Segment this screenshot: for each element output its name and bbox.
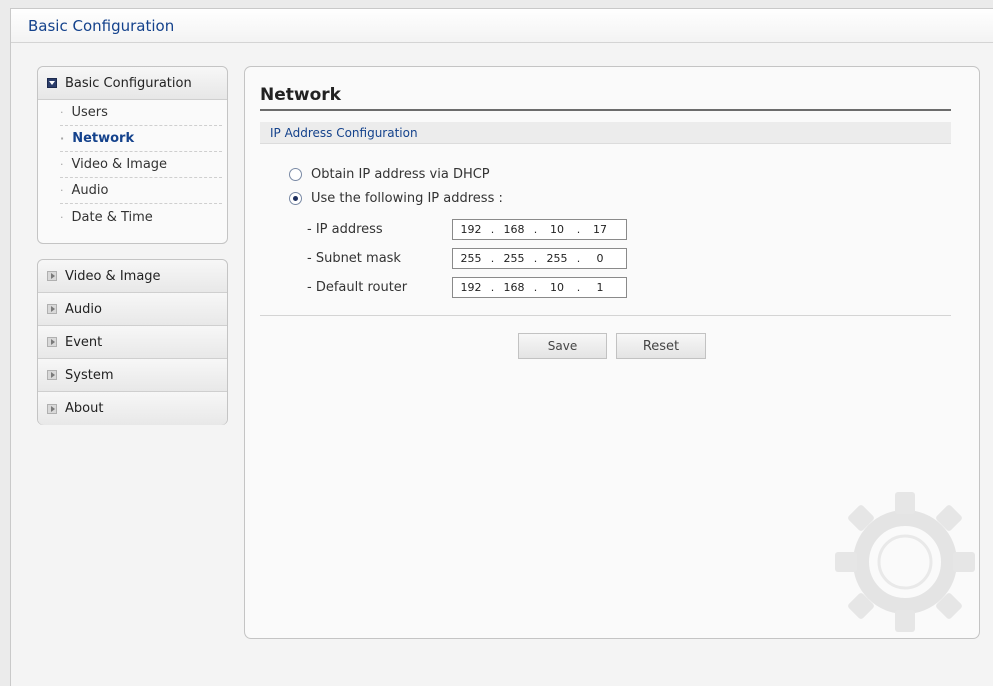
- octet[interactable]: 168: [496, 223, 532, 236]
- sidebar-collapsed-sections: Video & Image Audio Event System About: [37, 259, 228, 425]
- octet[interactable]: 1: [582, 281, 618, 294]
- app-frame: Basic Configuration Basic Configuration …: [10, 8, 993, 686]
- reset-button[interactable]: Reset: [616, 333, 706, 359]
- sidebar-item-date-time[interactable]: · Date & Time: [60, 204, 222, 230]
- sidebar-section-label: About: [65, 401, 104, 416]
- sidebar-section-about[interactable]: About: [38, 392, 227, 425]
- sidebar-section-label: Audio: [65, 301, 102, 317]
- ip-address-row: - IP address 192 . 168 . 10 . 17: [307, 219, 627, 240]
- bullet-icon: ·: [60, 132, 65, 145]
- octet-separator: .: [576, 281, 581, 294]
- page-header-title: Basic Configuration: [28, 17, 175, 35]
- bullet-icon: ·: [60, 210, 64, 224]
- octet[interactable]: 192: [453, 223, 489, 236]
- bullet-icon: ·: [60, 106, 64, 119]
- static-ip-radio[interactable]: [289, 192, 302, 205]
- bullet-icon: ·: [60, 184, 64, 197]
- page-title: Network: [260, 85, 341, 105]
- octet-separator: .: [490, 252, 495, 265]
- form-divider: [260, 315, 951, 316]
- sidebar-sub-list: · Users · Network · Video & Image · Audi…: [38, 100, 227, 230]
- sidebar-item-users[interactable]: · Users: [60, 100, 222, 126]
- sidebar-item-label: Users: [71, 105, 108, 120]
- sidebar-section-label: Video & Image: [65, 268, 161, 284]
- save-button[interactable]: Save: [518, 333, 607, 359]
- sidebar-section-label: System: [65, 367, 114, 383]
- sidebar-section-system[interactable]: System: [38, 359, 227, 392]
- collapsed-arrow-icon: [47, 304, 57, 314]
- sidebar-item-label: Video & Image: [71, 157, 168, 172]
- subnet-mask-field[interactable]: 255 . 255 . 255 . 0: [452, 248, 627, 269]
- octet[interactable]: 255: [496, 252, 532, 265]
- default-router-label: - Default router: [307, 280, 408, 295]
- main-content-panel: Network IP Address Configuration Obtain …: [244, 66, 980, 639]
- top-header: Basic Configuration: [11, 9, 993, 43]
- octet[interactable]: 255: [539, 252, 575, 265]
- sidebar-section-label: Basic Configuration: [65, 75, 192, 91]
- static-ip-option: Use the following IP address :: [289, 191, 503, 206]
- sidebar-basic-configuration: Basic Configuration · Users · Network · …: [37, 66, 228, 244]
- octet[interactable]: 192: [453, 281, 489, 294]
- ip-address-label: - IP address: [307, 222, 383, 237]
- octet[interactable]: 255: [453, 252, 489, 265]
- sidebar-section-audio[interactable]: Audio: [38, 293, 227, 326]
- sidebar-section-video-image[interactable]: Video & Image: [38, 260, 227, 293]
- sidebar-section-label: Event: [65, 334, 103, 350]
- subnet-mask-label: - Subnet mask: [307, 251, 401, 266]
- sidebar-item-network[interactable]: · Network: [60, 126, 222, 152]
- collapsed-arrow-icon: [47, 271, 57, 281]
- collapsed-arrow-icon: [47, 403, 57, 414]
- octet-separator: .: [533, 281, 538, 294]
- sidebar-item-label: Audio: [71, 183, 109, 198]
- sidebar-section-basic-configuration[interactable]: Basic Configuration: [38, 67, 227, 100]
- octet-separator: .: [576, 252, 581, 265]
- dhcp-option: Obtain IP address via DHCP: [289, 167, 490, 182]
- octet-separator: .: [490, 281, 495, 294]
- octet-separator: .: [533, 252, 538, 265]
- sidebar-item-label: Date & Time: [71, 209, 153, 225]
- collapsed-arrow-icon: [47, 337, 57, 347]
- sidebar-item-video-image[interactable]: · Video & Image: [60, 152, 222, 178]
- gear-watermark-icon: [835, 492, 975, 632]
- octet[interactable]: 0: [582, 252, 618, 265]
- dhcp-radio[interactable]: [289, 168, 302, 181]
- expand-arrow-icon: [47, 78, 57, 88]
- sidebar-section-event[interactable]: Event: [38, 326, 227, 359]
- default-router-field[interactable]: 192 . 168 . 10 . 1: [452, 277, 627, 298]
- octet[interactable]: 10: [539, 281, 575, 294]
- title-divider: [260, 109, 951, 111]
- octet[interactable]: 10: [539, 223, 575, 236]
- collapsed-arrow-icon: [47, 370, 57, 380]
- ip-address-field[interactable]: 192 . 168 . 10 . 17: [452, 219, 627, 240]
- octet-separator: .: [490, 223, 495, 236]
- octet-separator: .: [576, 223, 581, 236]
- octet[interactable]: 168: [496, 281, 532, 294]
- dhcp-radio-label: Obtain IP address via DHCP: [311, 167, 490, 182]
- bullet-icon: ·: [60, 158, 64, 171]
- static-ip-radio-label: Use the following IP address :: [311, 191, 503, 206]
- section-header: IP Address Configuration: [260, 122, 951, 144]
- sidebar-item-label: Network: [72, 131, 135, 146]
- subnet-mask-row: - Subnet mask 255 . 255 . 255 . 0: [307, 248, 627, 269]
- sidebar-item-audio[interactable]: · Audio: [60, 178, 222, 204]
- section-title: IP Address Configuration: [270, 125, 418, 140]
- default-router-row: - Default router 192 . 168 . 10 . 1: [307, 277, 627, 298]
- octet-separator: .: [533, 223, 538, 236]
- octet[interactable]: 17: [582, 223, 618, 236]
